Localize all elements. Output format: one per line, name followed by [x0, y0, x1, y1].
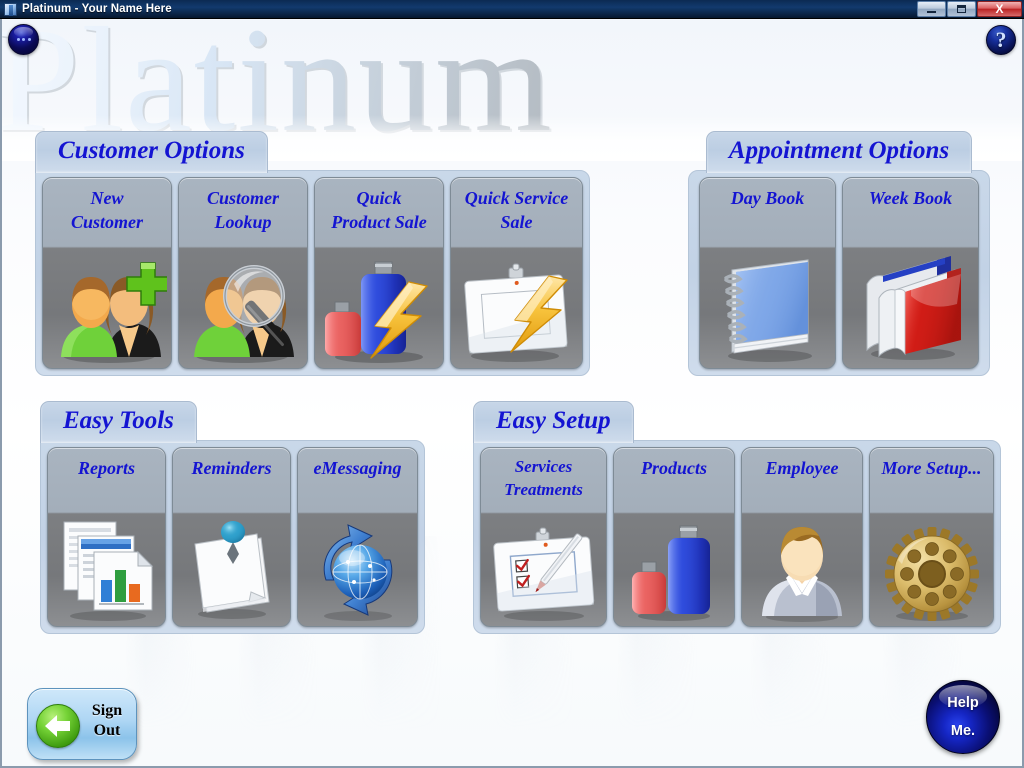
- globe-sync-icon: [298, 512, 417, 622]
- spiral-notebook-icon: [700, 254, 835, 364]
- menu-dot: [22, 38, 25, 41]
- sign-out-button[interactable]: Sign Out: [27, 688, 137, 760]
- tile-day-book[interactable]: Day Book: [699, 177, 836, 369]
- maximize-button[interactable]: [947, 1, 976, 17]
- help-me-button[interactable]: Help Me.: [926, 680, 1000, 754]
- tile-employee[interactable]: Employee: [741, 447, 863, 627]
- tile-label: Week Book: [868, 188, 953, 208]
- menu-dot: [27, 38, 31, 41]
- tile-more-setup[interactable]: More Setup...: [869, 447, 994, 627]
- window-controls: X: [917, 1, 1022, 17]
- menu-dots-icon: [16, 38, 20, 41]
- tile-products[interactable]: Products: [613, 447, 735, 627]
- tile-label: Quick Product Sale: [331, 188, 427, 233]
- tile-label: New Customer: [70, 188, 144, 233]
- sign-out-label: Sign Out: [91, 702, 123, 739]
- platinum-app-icon: [4, 2, 17, 16]
- window-title-bar: Platinum - Your Name Here X: [0, 0, 1024, 19]
- tile-label: eMessaging: [313, 458, 402, 478]
- gear-icon: [870, 522, 993, 622]
- minimize-icon: [927, 10, 936, 13]
- group-body-customer-options: New Customer Customer Lookup Quick Produ…: [35, 170, 590, 376]
- group-easy-setup: Easy Setup Services Treatments Products …: [473, 401, 1001, 634]
- tile-label: Employee: [765, 458, 839, 478]
- group-title-easy-setup: Easy Setup: [473, 401, 634, 443]
- user-magnifier-icon: [179, 254, 307, 364]
- group-customer-options: Customer Options New Customer Customer L…: [35, 131, 590, 376]
- group-title-appointment-options: Appointment Options: [705, 131, 973, 173]
- minimize-button[interactable]: [917, 1, 946, 17]
- pinned-notes-icon: [173, 512, 290, 622]
- tile-label: Products: [640, 458, 707, 478]
- group-title-easy-tools: Easy Tools: [40, 401, 197, 443]
- tile-label: Reports: [77, 458, 135, 478]
- tile-emessaging[interactable]: eMessaging: [297, 447, 418, 627]
- tile-reports[interactable]: Reports: [47, 447, 166, 627]
- window-title: Platinum - Your Name Here: [22, 3, 172, 15]
- maximize-icon: [957, 5, 966, 13]
- tile-quick-product-sale[interactable]: Quick Product Sale: [314, 177, 444, 369]
- tile-reminders[interactable]: Reminders: [172, 447, 291, 627]
- tile-quick-service-sale[interactable]: Quick Service Sale: [450, 177, 583, 369]
- tile-label: Quick Service Sale: [464, 188, 569, 233]
- two-users-plus-icon: [43, 254, 171, 364]
- help-me-line2: Me.: [950, 723, 976, 739]
- tile-label: Customer Lookup: [206, 188, 280, 233]
- bottles-lightning-icon: [315, 254, 443, 364]
- tile-customer-lookup[interactable]: Customer Lookup: [178, 177, 308, 369]
- help-me-line1: Help: [947, 695, 979, 711]
- tile-label: Day Book: [730, 188, 805, 208]
- tile-services-treatments[interactable]: Services Treatments: [480, 447, 607, 627]
- tile-label: Services Treatments: [504, 457, 583, 499]
- book-stack-icon: [843, 254, 978, 364]
- person-bust-icon: [742, 522, 862, 622]
- tile-label: Reminders: [191, 458, 272, 478]
- tile-label: More Setup...: [881, 458, 982, 478]
- main-menu-orb-button[interactable]: [8, 24, 39, 55]
- group-easy-tools: Easy Tools Reports Reminders eMessaging: [40, 401, 425, 634]
- bottles-icon: [614, 522, 734, 622]
- group-title-customer-options: Customer Options: [35, 131, 268, 173]
- group-body-easy-setup: Services Treatments Products Employee Mo…: [473, 440, 1001, 634]
- app-workspace: Platinum Platinum ? Customer Options New…: [0, 19, 1024, 768]
- help-orb-button[interactable]: ?: [986, 25, 1016, 55]
- group-body-easy-tools: Reports Reminders eMessaging: [40, 440, 425, 634]
- group-appointment-options: Appointment Options Day Book Week Book: [688, 131, 990, 376]
- tile-week-book[interactable]: Week Book: [842, 177, 979, 369]
- close-button[interactable]: X: [977, 1, 1022, 17]
- group-body-appointment-options: Day Book Week Book: [688, 170, 990, 376]
- clipboard-lightning-icon: [451, 254, 582, 364]
- tile-new-customer[interactable]: New Customer: [42, 177, 172, 369]
- documents-chart-icon: [48, 512, 165, 622]
- back-arrow-icon: [36, 704, 80, 748]
- clipboard-checklist-pen-icon: [481, 526, 606, 622]
